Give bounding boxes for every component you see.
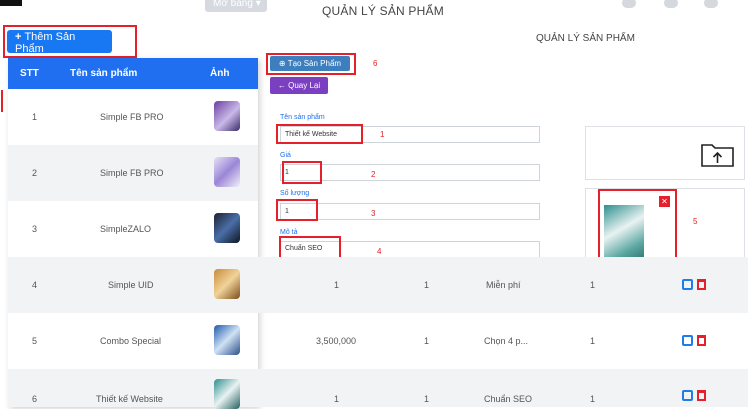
quantity-label: Số lượng (280, 190, 310, 197)
table-row[interactable]: 5 Combo Special 3,500,000 1 Chọn 4 p... … (8, 313, 748, 369)
row-actions (682, 389, 706, 404)
row-description: Miễn phí (486, 280, 521, 290)
delete-icon[interactable] (697, 390, 706, 401)
row-name: Simple FB PRO (100, 168, 164, 178)
image-upload-area[interactable] (585, 126, 745, 180)
row-price: 1 (334, 394, 340, 404)
edit-icon[interactable] (682, 335, 693, 346)
col-stt: STT (20, 68, 39, 79)
quantity-input[interactable]: 1 (280, 203, 540, 220)
annotation-2: 2 (371, 170, 376, 179)
back-label: Quay Lại (288, 81, 321, 90)
row-quantity: 1 (424, 394, 430, 404)
row-price: 1 (334, 280, 340, 290)
row-quantity: 1 (424, 280, 430, 290)
row-stt: 6 (32, 394, 38, 404)
row-stt: 3 (32, 224, 38, 234)
row-stt: 5 (32, 336, 38, 346)
description-label: Mô tả (280, 229, 298, 236)
table-row[interactable]: 1 Simple FB PRO (8, 89, 258, 145)
dropdown-label: Mở bảng (213, 0, 253, 9)
annotation-4: 4 (377, 247, 382, 256)
logo-mark (0, 0, 22, 6)
row-description: Chuẩn SEO (484, 394, 533, 404)
annotation-box-quantity (276, 199, 318, 221)
annotation-box-create (266, 53, 356, 75)
name-label: Tên sản phẩm (280, 114, 325, 121)
table-header: STT Tên sản phẩm Ảnh (8, 58, 258, 89)
table-row[interactable]: 4 Simple UID 1 1 Miễn phí 1 (8, 257, 748, 313)
back-button[interactable]: ← Quay Lại (270, 77, 328, 94)
row-name: Combo Special (100, 336, 162, 346)
annotation-1: 1 (380, 130, 385, 139)
row-stt: 1 (32, 112, 38, 122)
row-name: Simple FB PRO (100, 112, 164, 122)
row-price: 3,500,000 (316, 336, 357, 346)
product-thumbnail (214, 213, 240, 243)
row-extra: 1 (590, 336, 596, 346)
row-extra: 1 (590, 280, 596, 290)
table-row[interactable]: 6 Thiết kế Website 1 1 Chuẩn SEO 1 (8, 369, 748, 409)
download-icon[interactable] (704, 0, 718, 8)
col-name: Tên sản phẩm (70, 68, 138, 79)
top-dropdown[interactable]: Mở bảng ▾ (205, 0, 267, 12)
edit-icon[interactable] (682, 390, 693, 401)
annotation-5: 5 (693, 217, 698, 226)
table-row[interactable]: 2 Simple FB PRO (8, 145, 258, 201)
product-thumbnail (214, 101, 240, 131)
annotation-edge (0, 90, 3, 112)
row-extra: 1 (590, 394, 596, 404)
product-thumbnail (214, 325, 240, 355)
annotation-box-price (282, 161, 322, 184)
annotation-box-add (3, 25, 137, 58)
annotation-6: 6 (373, 59, 378, 68)
row-description: Chọn 4 p... (484, 336, 529, 346)
delete-icon[interactable] (697, 335, 706, 346)
product-thumbnail (214, 379, 240, 409)
annotation-box-name (276, 124, 363, 144)
table-row[interactable]: 3 SimpleZALO (8, 201, 258, 257)
row-name: SimpleZALO (100, 224, 152, 234)
edit-icon[interactable] (682, 279, 693, 290)
row-name: Thiết kế Website (96, 394, 163, 404)
form-title: QUẢN LÝ SẢN PHẨM (536, 33, 635, 44)
user-icon[interactable] (664, 0, 678, 8)
annotation-3: 3 (371, 209, 376, 218)
col-image: Ảnh (210, 68, 230, 79)
row-actions (682, 278, 706, 293)
row-quantity: 1 (424, 336, 430, 346)
delete-icon[interactable] (697, 279, 706, 290)
row-name: Simple UID (108, 280, 154, 290)
price-label: Giá (280, 152, 291, 159)
product-thumbnail (214, 157, 240, 187)
notification-icon[interactable] (622, 0, 636, 8)
upload-folder-icon (701, 144, 734, 167)
row-stt: 2 (32, 168, 38, 178)
page-title: QUẢN LÝ SẢN PHẨM (322, 4, 444, 18)
row-actions (682, 334, 706, 349)
product-thumbnail (214, 269, 240, 299)
row-stt: 4 (32, 280, 38, 290)
